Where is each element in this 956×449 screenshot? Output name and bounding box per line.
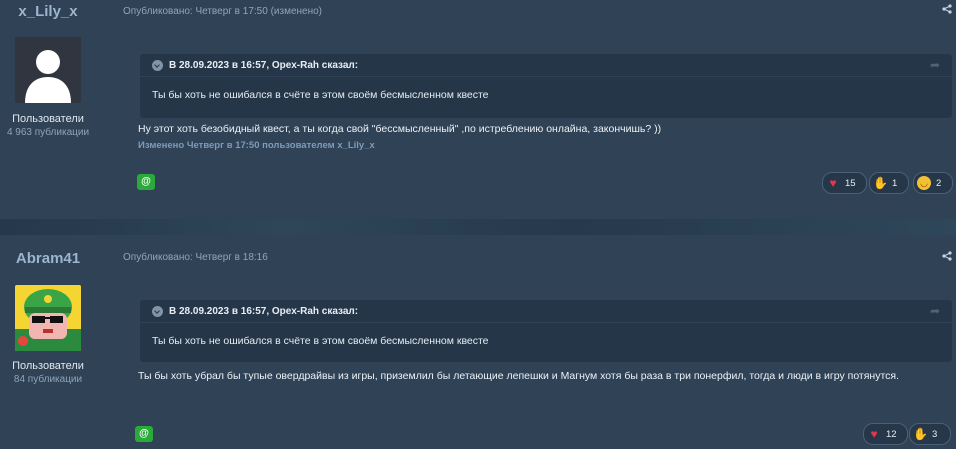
user-group: Пользователи [12, 360, 84, 372]
publication-count: 84 публикации [13, 374, 83, 385]
quote-citation: В 28.09.2023 в 16:57, Орех-Rah сказал: [169, 305, 359, 317]
reaction-clap[interactable]: ✋ 1 [869, 172, 909, 194]
chevron-down-icon[interactable] [152, 59, 163, 71]
post-separator [0, 219, 956, 235]
avatar[interactable] [15, 37, 81, 103]
clap-icon: ✋ [873, 176, 888, 190]
reaction-clap[interactable]: ✋ 3 [909, 423, 951, 445]
quote-block: В 28.09.2023 в 16:57, Орех-Rah сказал: ➦… [140, 300, 952, 362]
share-icon[interactable] [942, 251, 954, 263]
quote-text: Ты бы хоть не ошибался в счёте в этом св… [152, 335, 489, 347]
reaction-count: 12 [886, 428, 897, 440]
game-character-avatar [15, 285, 81, 351]
reaction-count: 3 [932, 428, 938, 440]
author-name[interactable]: x_Lily_x [0, 3, 108, 20]
publication-count: 4 963 публикации [6, 127, 90, 138]
reaction-laugh[interactable]: ◡ 2 [913, 172, 953, 194]
quote-header[interactable]: В 28.09.2023 в 16:57, Орех-Rah сказал: ➦ [140, 54, 952, 77]
author-name[interactable]: Abram41 [0, 250, 108, 267]
quote-block: В 28.09.2023 в 16:57, Орех-Rah сказал: ➦… [140, 54, 952, 118]
edited-note: Изменено Четверг в 17:50 пользователем x… [138, 140, 375, 151]
share-icon[interactable] [942, 4, 954, 16]
post-content: Ты бы хоть убрал бы тупые овердрайвы из … [138, 370, 900, 382]
reaction-count: 1 [892, 177, 898, 189]
post-meta: Опубликовано: Четверг в 17:50 (изменено) [123, 6, 323, 17]
mention-button[interactable]: @ [135, 426, 153, 442]
heart-icon: ♥ [870, 427, 878, 441]
laugh-icon: ◡ [917, 176, 931, 190]
chevron-down-icon[interactable] [152, 305, 163, 317]
quote-citation: В 28.09.2023 в 16:57, Орех-Rah сказал: [169, 59, 359, 71]
post: x_Lily_x Пользователи 4 963 публикации О… [0, 0, 956, 219]
post-meta: Опубликовано: Четверг в 18:16 [123, 252, 268, 263]
reply-arrow-icon[interactable]: ➦ [930, 304, 940, 318]
reply-arrow-icon[interactable]: ➦ [930, 58, 940, 72]
default-user-icon [15, 37, 81, 103]
quote-text: Ты бы хоть не ошибался в счёте в этом св… [152, 89, 489, 101]
reaction-heart[interactable]: ♥ 15 [822, 172, 867, 194]
post: Abram41 Пользователи 84 публикации Опубл… [0, 235, 956, 449]
reaction-count: 15 [845, 177, 856, 189]
reaction-heart[interactable]: ♥ 12 [863, 423, 908, 445]
user-group: Пользователи [12, 113, 84, 125]
reaction-count: 2 [936, 177, 942, 189]
avatar[interactable] [15, 285, 81, 351]
clap-icon: ✋ [913, 427, 928, 441]
post-content: Ну этот хоть безобидный квест, а ты когд… [138, 123, 662, 135]
mention-button[interactable]: @ [137, 174, 155, 190]
quote-header[interactable]: В 28.09.2023 в 16:57, Орех-Rah сказал: ➦ [140, 300, 952, 323]
heart-icon: ♥ [829, 176, 837, 190]
